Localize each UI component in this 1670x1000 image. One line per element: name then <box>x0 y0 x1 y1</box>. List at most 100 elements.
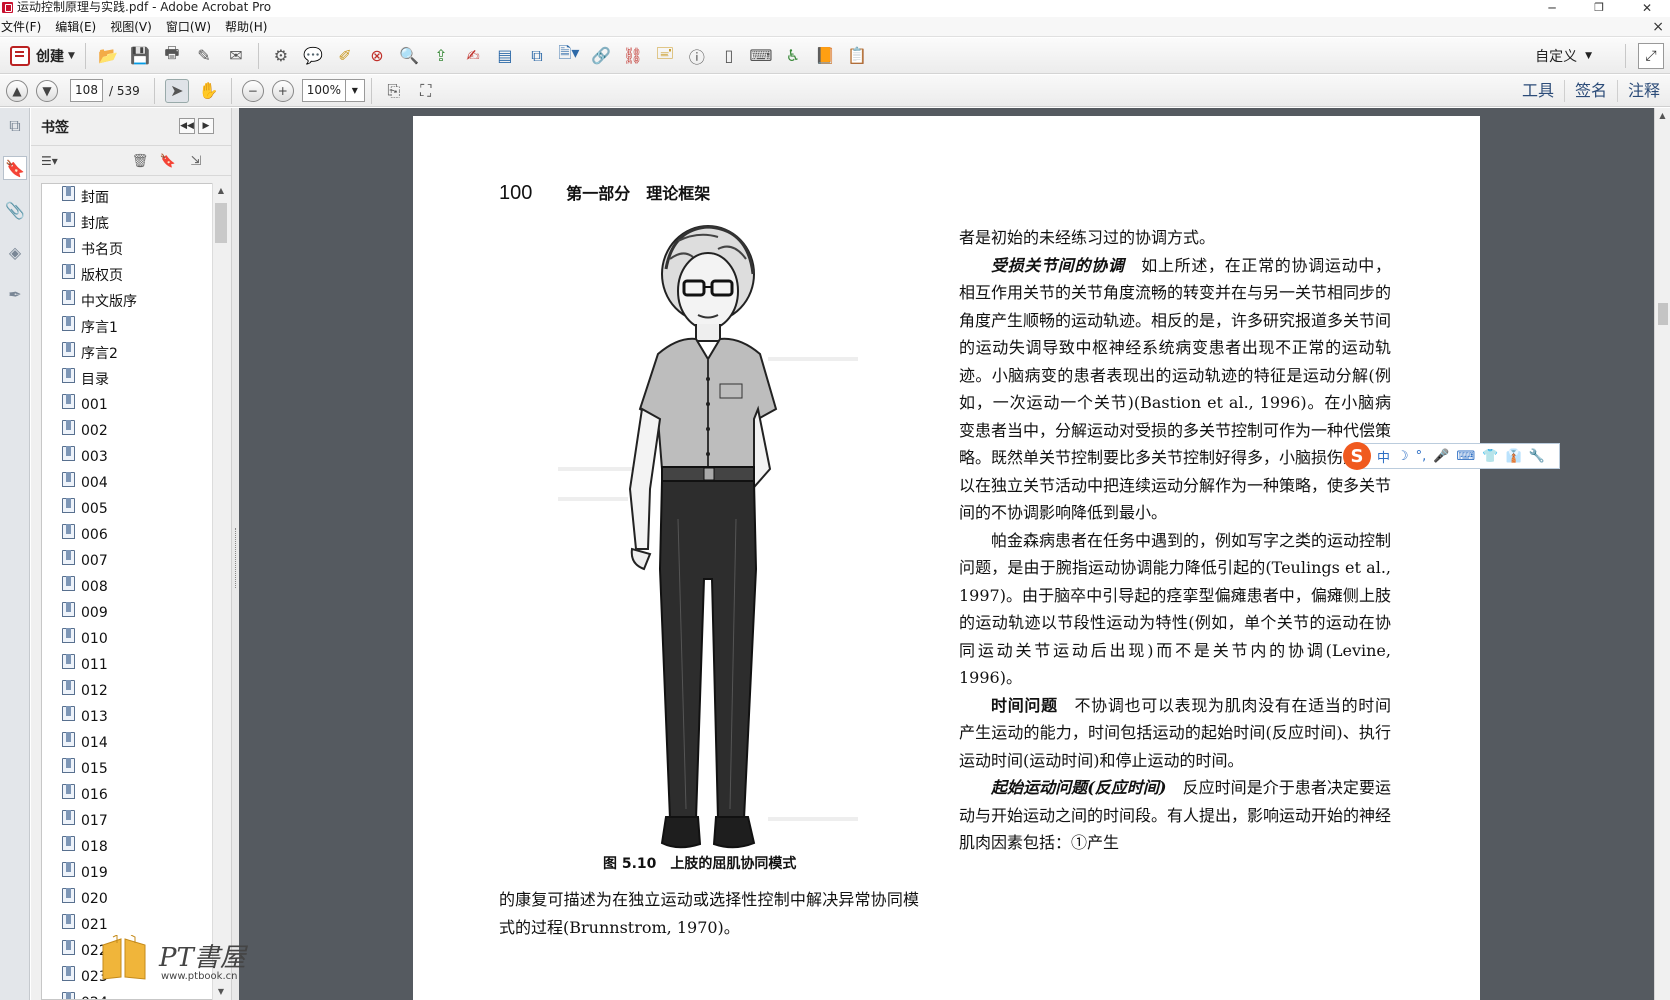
punctuation-icon[interactable]: °, <box>1416 449 1427 464</box>
bookmark-item[interactable]: 002 <box>42 418 212 444</box>
zoom-in-icon[interactable]: + <box>271 79 294 102</box>
bookmark-item[interactable]: 中文版序 <box>42 288 212 314</box>
bookmark-item[interactable]: 封底 <box>42 210 212 236</box>
bookmark-item[interactable]: 009 <box>42 600 212 626</box>
new-bookmark-icon[interactable]: 🔖 <box>159 152 177 170</box>
bookmark-item[interactable]: 010 <box>42 626 212 652</box>
bookmark-options-icon[interactable]: ☰▾ <box>41 154 58 168</box>
scroll-up-icon[interactable]: ▲ <box>213 183 229 199</box>
customize-dropdown[interactable]: 自定义 ▼ <box>1535 44 1592 68</box>
half-width-icon[interactable]: ☽ <box>1397 449 1409 464</box>
bookmark-item[interactable]: 012 <box>42 678 212 704</box>
bookmark-item[interactable]: 015 <box>42 756 212 782</box>
scroll-up-icon[interactable]: ▲ <box>1655 108 1670 124</box>
document-properties-icon[interactable]: ⓘ <box>685 44 709 68</box>
bookmark-item[interactable]: 001 <box>42 392 212 418</box>
panel-options-icon[interactable]: ▶ <box>198 118 214 134</box>
combine-files-icon[interactable]: ⧉ <box>525 44 549 68</box>
comment-bubble-icon[interactable]: 💬 <box>301 44 325 68</box>
delete-bookmark-icon[interactable]: 🗑 <box>131 152 149 170</box>
bookmark-item[interactable]: 014 <box>42 730 212 756</box>
menu-edit[interactable]: 编辑(E) <box>54 18 103 35</box>
bookmark-item[interactable]: 008 <box>42 574 212 600</box>
form-icon[interactable]: 📋 <box>845 44 869 68</box>
settings-gear-icon[interactable]: ⚙ <box>269 44 293 68</box>
bookmark-scrollbar[interactable]: ▲ ▼ <box>212 183 229 1000</box>
bookmark-item[interactable]: 006 <box>42 522 212 548</box>
email-icon[interactable]: ✉ <box>224 44 248 68</box>
bookmark-item[interactable]: 005 <box>42 496 212 522</box>
bookmark-item[interactable]: 书名页 <box>42 236 212 262</box>
keyboard-icon[interactable]: ⌨ <box>1457 449 1476 464</box>
bookmark-item[interactable]: 016 <box>42 782 212 808</box>
sogou-logo-icon[interactable]: S <box>1343 442 1371 470</box>
zoom-input[interactable]: 100% <box>301 79 346 102</box>
bookmark-item[interactable]: 013 <box>42 704 212 730</box>
zoom-dropdown-icon[interactable]: ▼ <box>345 79 365 102</box>
tab-comment[interactable]: 注释 <box>1616 80 1670 102</box>
bookmark-item[interactable]: 003 <box>42 444 212 470</box>
highlight-icon[interactable]: ✐ <box>333 44 357 68</box>
attachments-icon[interactable]: 📎 <box>3 198 27 222</box>
unlink-icon[interactable]: ⛓ <box>621 44 645 68</box>
previous-page-icon[interactable]: ▲ <box>6 79 28 102</box>
menu-file[interactable]: 文件(F) <box>0 18 48 35</box>
shirt-icon[interactable]: 👔 <box>1505 449 1521 464</box>
delete-page-icon[interactable]: ⊗ <box>365 44 389 68</box>
page-number-input[interactable]: 108 <box>70 79 103 102</box>
input-method-toolbar[interactable]: S 中 ☽ °, 🎤 ⌨ 👕 👔 🔧 <box>1343 442 1560 470</box>
scroll-thumb[interactable] <box>215 203 227 243</box>
close-window-button[interactable]: ✕ <box>1624 0 1670 15</box>
restore-button[interactable]: ❐ <box>1576 0 1622 15</box>
scroll-down-icon[interactable]: ▼ <box>213 984 229 1000</box>
book-icon[interactable]: 📙 <box>813 44 837 68</box>
tab-sign[interactable]: 签名 <box>1563 80 1617 102</box>
bookmark-item[interactable]: 019 <box>42 860 212 886</box>
bookmark-item[interactable]: 封面 <box>42 184 212 210</box>
stamp-icon[interactable]: 🖃 <box>653 43 677 68</box>
accessibility-icon[interactable]: ♿ <box>781 44 805 68</box>
bookmark-item[interactable]: 017 <box>42 808 212 834</box>
fit-width-icon[interactable]: ⛶ <box>414 79 438 103</box>
chinese-mode-icon[interactable]: 中 <box>1377 447 1390 466</box>
bookmark-item[interactable]: 序言1 <box>42 314 212 340</box>
bookmark-item[interactable]: 007 <box>42 548 212 574</box>
bookmarks-icon[interactable]: 🔖 <box>3 156 27 180</box>
select-cursor-icon[interactable]: ➤ <box>164 78 189 103</box>
hand-tool-icon[interactable]: ✋ <box>197 79 221 103</box>
menu-help[interactable]: 帮助(H) <box>224 18 274 35</box>
page-thumbnails-icon[interactable]: ⧉ <box>3 114 27 138</box>
panel-splitter[interactable] <box>231 108 239 1000</box>
open-folder-icon[interactable]: 📂 <box>96 44 120 68</box>
bookmark-item[interactable]: 004 <box>42 470 212 496</box>
close-document-button[interactable]: × <box>1652 19 1664 35</box>
print-icon[interactable]: 🖶 <box>160 43 184 68</box>
tab-tools[interactable]: 工具 <box>1512 80 1564 102</box>
create-pdf-dropdown-icon[interactable]: 🗎▾ <box>557 43 581 68</box>
export-icon[interactable]: ⇪ <box>429 44 453 68</box>
menu-view[interactable]: 视图(V) <box>109 18 159 35</box>
bookmark-item[interactable]: 018 <box>42 834 212 860</box>
document-scrollbar[interactable]: ▲ <box>1654 108 1670 1000</box>
fit-page-icon[interactable]: ⎘ <box>382 79 406 103</box>
minimize-button[interactable]: ─ <box>1529 0 1575 15</box>
zoom-out-icon[interactable]: − <box>241 79 264 102</box>
keyboard-icon[interactable]: ⌨ <box>749 44 773 68</box>
expand-icon[interactable]: ⤢ <box>1638 43 1664 69</box>
menu-window[interactable]: 窗口(W) <box>165 18 218 35</box>
bookmark-item[interactable]: 011 <box>42 652 212 678</box>
organize-pages-icon[interactable]: ▤ <box>493 44 517 68</box>
bookmark-expand-icon[interactable]: ⇲ <box>187 152 205 170</box>
next-page-icon[interactable]: ▼ <box>36 79 58 102</box>
bookmark-item[interactable]: 024 <box>42 990 212 999</box>
skin-icon[interactable]: 👕 <box>1482 449 1498 464</box>
collapse-panel-icon[interactable]: ◀◀ <box>179 118 195 134</box>
link-icon[interactable]: 🔗 <box>589 44 613 68</box>
edit-document-icon[interactable]: ✎ <box>192 44 216 68</box>
wrench-icon[interactable]: 🔧 <box>1529 449 1545 464</box>
bookmark-item[interactable]: 序言2 <box>42 340 212 366</box>
bookmark-item[interactable]: 版权页 <box>42 262 212 288</box>
layers-icon[interactable]: ◈ <box>3 240 27 264</box>
scroll-thumb[interactable] <box>1658 303 1668 325</box>
microphone-icon[interactable]: 🎤 <box>1433 449 1449 464</box>
